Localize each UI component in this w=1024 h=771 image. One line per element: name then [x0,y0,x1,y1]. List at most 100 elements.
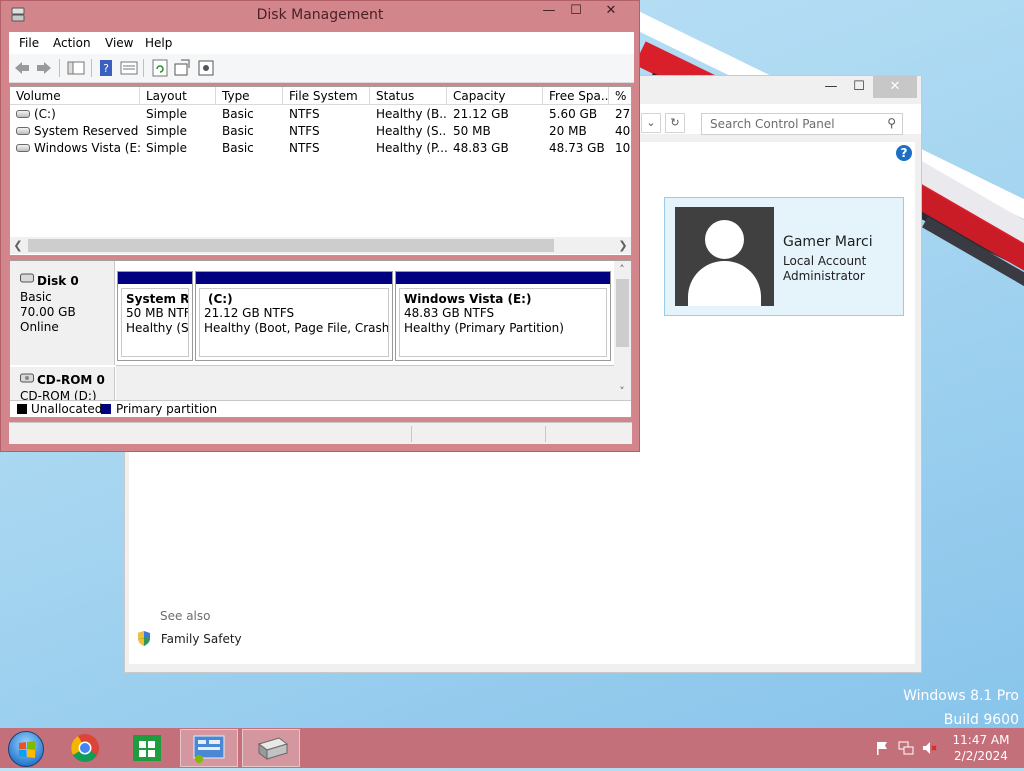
taskbar-control-panel[interactable] [180,729,238,767]
cp-maximize-button[interactable]: ☐ [845,76,873,98]
column-free-space[interactable]: Free Spa... [543,87,609,105]
scroll-down-icon[interactable]: ˅ [614,383,630,400]
scroll-right-icon[interactable]: ❯ [615,237,631,254]
search-icon[interactable]: ⚲ [887,116,896,130]
refresh-icon[interactable]: ↻ [665,113,685,133]
partition-title: (C:) [208,292,233,306]
partition-status: Healthy (Boot, Page File, Crash Dur [204,321,389,335]
help-icon[interactable]: ? [896,145,912,161]
status-bar [9,422,632,444]
cell-percent-free: 40 [615,124,631,138]
flag-icon[interactable] [874,740,890,756]
partition-system-reserved[interactable]: System Res 50 MB NTFS Healthy (Sys [117,271,193,361]
cd-rom-area [116,365,616,402]
cell-volume: Windows Vista (E:) [34,141,140,155]
disk-kind: Basic [20,290,52,304]
network-icon[interactable] [898,740,914,756]
chevron-down-icon[interactable]: ⌄ [641,113,661,133]
family-safety-link[interactable]: Family Safety [137,631,242,646]
start-button[interactable] [8,731,44,767]
cell-percent-free: 100 [615,141,631,155]
table-row[interactable]: System Reserved Simple Basic NTFS Health… [10,123,631,140]
scroll-up-icon[interactable]: ˄ [614,261,630,278]
disk-management-window: Disk Management — ☐ ✕ File Action View H… [0,0,640,452]
disk-name: Disk 0 [37,274,79,288]
refresh-icon[interactable] [151,59,169,77]
rescan-disks-icon[interactable] [173,59,191,77]
cell-capacity: 50 MB [453,124,491,138]
clock-date[interactable]: 2/2/2024 [951,749,1011,763]
table-row[interactable]: Windows Vista (E:) Simple Basic NTFS Hea… [10,140,631,157]
cell-type: Basic [222,107,254,121]
disk-state: Online [20,320,59,334]
cell-free-space: 48.73 GB [549,141,605,155]
cell-capacity: 48.83 GB [453,141,509,155]
column-percent-free[interactable]: % F [609,87,631,105]
svg-text:?: ? [103,62,109,75]
column-status[interactable]: Status [370,87,447,105]
cell-layout: Simple [146,141,187,155]
column-layout[interactable]: Layout [140,87,216,105]
partition-status: Healthy (Primary Partition) [404,321,564,335]
see-also-heading: See also [160,609,211,623]
scrollbar-thumb[interactable] [28,239,554,252]
avatar [675,207,774,306]
legend-swatch-unallocated [17,404,27,414]
menu-action[interactable]: Action [53,36,91,50]
dm-close-button[interactable]: ✕ [598,3,624,18]
table-row[interactable]: (C:) Simple Basic NTFS Healthy (B... 21.… [10,106,631,123]
horizontal-scrollbar[interactable]: ❮ ❯ [10,237,631,254]
search-placeholder: Search Control Panel [710,117,835,131]
taskbar-disk-management[interactable] [242,729,300,767]
cell-type: Basic [222,141,254,155]
menu-view[interactable]: View [105,36,133,50]
forward-arrow-icon[interactable] [35,59,53,77]
scrollbar-thumb[interactable] [616,279,629,347]
taskbar-store[interactable] [118,729,176,767]
family-safety-label: Family Safety [160,632,242,646]
partition-c[interactable]: (C:) 21.12 GB NTFS Healthy (Boot, Page F… [195,271,393,361]
menu-file[interactable]: File [19,36,39,50]
menu-help[interactable]: Help [145,36,172,50]
disk-graphical-view: Disk 0 Basic 70.00 GB Online System Res … [9,260,632,418]
taskbar-chrome[interactable] [56,729,114,767]
disk-0-label[interactable]: Disk 0 Basic 70.00 GB Online [10,261,115,365]
windows-watermark: Windows 8.1 Pro Build 9600 [903,684,1019,732]
dm-minimize-button[interactable]: — [536,3,562,18]
cell-file-system: NTFS [289,124,320,138]
column-volume[interactable]: Volume [10,87,140,105]
partition-size: 21.12 GB NTFS [204,306,295,320]
cell-layout: Simple [146,124,187,138]
cd-rom-label[interactable]: CD-ROM 0 CD-ROM (D:) [10,367,115,403]
cp-close-button[interactable]: ✕ [873,76,917,98]
properties-list-icon[interactable] [120,59,138,77]
volume-muted-icon[interactable] [921,740,937,756]
disk-name: CD-ROM 0 [37,373,105,387]
clock-time[interactable]: 11:47 AM [951,733,1011,747]
cell-file-system: NTFS [289,141,320,155]
settings-icon[interactable] [197,59,215,77]
disk-icon [20,273,34,283]
search-input[interactable]: Search Control Panel ⚲ [701,113,903,135]
user-account-tile[interactable]: Gamer Marci Local Account Administrator [664,197,904,316]
control-panel-icon [193,735,225,763]
cp-minimize-button[interactable]: — [817,76,845,98]
partition-windows-vista[interactable]: Windows Vista (E:) 48.83 GB NTFS Healthy… [395,271,611,361]
cell-volume: (C:) [34,107,56,121]
column-type[interactable]: Type [216,87,283,105]
vertical-scrollbar[interactable]: ˄ ˅ [614,261,631,402]
column-capacity[interactable]: Capacity [447,87,543,105]
legend-unallocated: Unallocated [31,402,103,416]
cell-status: Healthy (P... [376,141,447,155]
cell-free-space: 20 MB [549,124,587,138]
back-arrow-icon[interactable] [13,59,31,77]
menu-bar: File Action View Help [9,32,634,54]
help-book-icon[interactable]: ? [97,59,115,77]
user-account-type: Local Account [783,254,867,268]
column-file-system[interactable]: File System [283,87,370,105]
scroll-left-icon[interactable]: ❮ [10,237,26,254]
cell-type: Basic [222,124,254,138]
console-tree-icon[interactable] [67,59,85,77]
dm-maximize-button[interactable]: ☐ [563,3,589,18]
cell-layout: Simple [146,107,187,121]
